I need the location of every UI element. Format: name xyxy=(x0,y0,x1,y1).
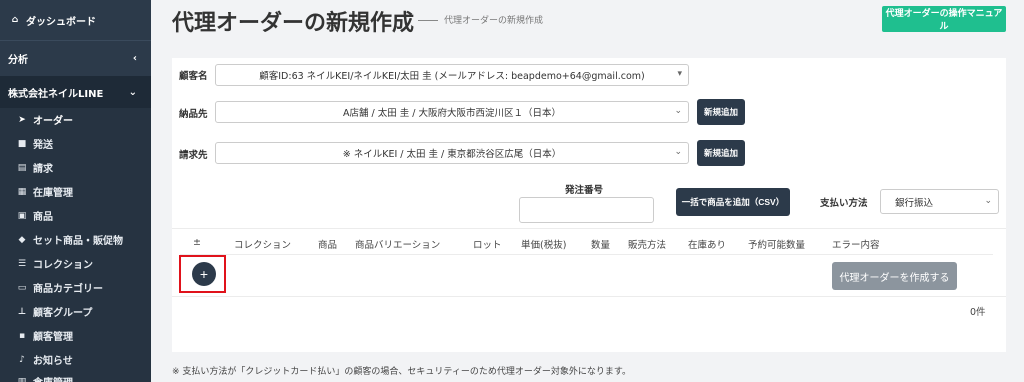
warehouse-icon: ▦ xyxy=(17,186,27,197)
chevron-down-icon: ⌄ xyxy=(984,196,992,206)
sidebar-item-label: 顧客管理 xyxy=(33,332,73,343)
title-divider xyxy=(418,20,438,21)
delivery-select-value: A店舗 / 太田 圭 / 大阪府大阪市西淀川区１（日本） xyxy=(343,108,561,119)
sidebar-submenu: ➤ オーダー ■ 発送 ▤ 請求 ▦ 在庫管理 ▣ 商品 ◆ セット商品・販促物… xyxy=(0,108,151,382)
sidebar-item-billing[interactable]: ▤ 請求 xyxy=(16,160,53,176)
column-header-unit-price: 単価(税抜) xyxy=(521,240,567,251)
sidebar-item-label: 在庫管理 xyxy=(33,188,73,199)
sidebar-item-warehouse[interactable]: ▥ 倉庫管理 xyxy=(16,374,73,382)
tag-icon: ◆ xyxy=(18,234,26,245)
column-header-lot: ロット xyxy=(473,240,502,251)
table-header-divider xyxy=(180,254,993,255)
sidebar-item-label: 商品 xyxy=(33,212,53,223)
billing-label: 請求先 xyxy=(179,150,208,161)
sidebar-item-customers[interactable]: ▪ 顧客管理 xyxy=(16,328,73,344)
payment-method-label: 支払い方法 xyxy=(820,198,868,209)
sidebar-item-inventory[interactable]: ▦ 在庫管理 xyxy=(16,184,73,200)
customer-label: 顧客名 xyxy=(179,71,208,82)
sidebar-item-label: オーダー xyxy=(33,116,73,127)
order-number-input[interactable] xyxy=(519,197,654,223)
page-title: 代理オーダーの新規作成 xyxy=(172,11,415,36)
table-top-divider xyxy=(172,228,1006,229)
sidebar-item-shipping[interactable]: ■ 発送 xyxy=(16,136,53,152)
sidebar-item-notifications[interactable]: ♪ お知らせ xyxy=(16,352,73,368)
sidebar-item-label: 分析 xyxy=(8,55,28,66)
result-count: 0件 xyxy=(970,307,986,318)
category-icon: ▭ xyxy=(17,282,27,293)
payment-method-select[interactable]: 銀行振込 ⌄ xyxy=(880,189,999,214)
sidebar-item-label: セット商品・販促物 xyxy=(33,236,123,247)
sidebar-item-customer-groups[interactable]: ⊥ 顧客グループ xyxy=(16,304,93,320)
column-header-toggle: ± xyxy=(193,237,201,248)
sidebar-item-label: 発送 xyxy=(33,140,53,151)
send-icon: ➤ xyxy=(18,114,26,125)
group-icon: ⊥ xyxy=(17,306,27,317)
chevron-down-icon: ⌄ xyxy=(674,147,682,157)
order-number-label: 発注番号 xyxy=(565,185,604,196)
sidebar-item-company[interactable]: 株式会社ネイルLINE ⌄ xyxy=(0,76,151,108)
breadcrumb: 代理オーダーの新規作成 xyxy=(444,16,544,26)
customer-select-value: 顧客ID:63 ネイルKEI/ネイルKEI/太田 圭 (メールアドレス: bea… xyxy=(259,71,645,82)
chevron-down-icon: ▾ xyxy=(677,69,682,79)
csv-bulk-add-button[interactable]: 一括で商品を追加（CSV） xyxy=(676,188,790,216)
truck-icon: ■ xyxy=(17,138,27,149)
bag-icon: ▣ xyxy=(17,210,27,221)
table-bottom-divider xyxy=(172,296,1006,297)
sidebar-item-label: 顧客グループ xyxy=(33,308,93,319)
column-header-quantity: 数量 xyxy=(591,240,611,251)
building-icon: ▥ xyxy=(17,376,27,382)
column-header-variation: 商品バリエーション xyxy=(355,240,441,251)
sidebar-item-label: 倉庫管理 xyxy=(33,374,73,382)
chevron-left-icon: ‹ xyxy=(132,53,137,64)
sidebar-item-orders[interactable]: ➤ オーダー xyxy=(16,112,73,128)
sidebar-item-collections[interactable]: ☰ コレクション xyxy=(16,256,93,272)
home-icon: ⌂ xyxy=(11,15,19,25)
column-header-collection: コレクション xyxy=(234,240,292,251)
delivery-label: 納品先 xyxy=(179,109,208,120)
sidebar: ⌂ ダッシュボード 分析 ‹ 株式会社ネイルLINE ⌄ ➤ オーダー ■ 発送… xyxy=(0,0,151,382)
page-subtitle: 代理オーダーの新規作成 xyxy=(418,13,543,26)
document-icon: ▤ xyxy=(17,162,27,173)
sidebar-item-products[interactable]: ▣ 商品 xyxy=(16,208,53,224)
payment-method-value: 銀行振込 xyxy=(895,197,934,209)
footer-note: ※ 支払い方法が「クレジットカード払い」の顧客の場合、セキュリティーのため代理オ… xyxy=(172,367,631,377)
operation-manual-button[interactable]: 代理オーダーの操作マニュアル xyxy=(882,6,1006,32)
column-header-in-stock: 在庫あり xyxy=(688,240,727,251)
sidebar-item-label: 株式会社ネイルLINE xyxy=(8,88,104,100)
column-header-product: 商品 xyxy=(318,240,338,251)
sidebar-item-label: コレクション xyxy=(33,260,93,271)
sidebar-item-categories[interactable]: ▭ 商品カテゴリー xyxy=(16,280,103,296)
highlight-box xyxy=(179,255,226,293)
customer-icon: ▪ xyxy=(18,330,26,341)
sidebar-item-label: お知らせ xyxy=(33,356,73,367)
column-header-reservable: 予約可能数量 xyxy=(748,240,806,251)
delivery-new-add-button[interactable]: 新規追加 xyxy=(697,99,745,125)
sidebar-item-analysis[interactable]: 分析 ‹ xyxy=(0,40,151,76)
sidebar-item-label: ダッシュボード xyxy=(26,16,96,28)
sidebar-item-set-products[interactable]: ◆ セット商品・販促物 xyxy=(16,232,123,248)
billing-select[interactable]: ※ ネイルKEI / 太田 圭 / 東京都渋谷区広尾（日本） ⌄ xyxy=(215,142,689,164)
column-header-sales-method: 販売方法 xyxy=(628,240,667,251)
column-header-errors: エラー内容 xyxy=(832,240,880,251)
chevron-down-icon: ⌄ xyxy=(674,106,682,116)
bell-icon: ♪ xyxy=(19,354,25,365)
delivery-select[interactable]: A店舗 / 太田 圭 / 大阪府大阪市西淀川区１（日本） ⌄ xyxy=(215,101,689,123)
billing-new-add-button[interactable]: 新規追加 xyxy=(697,140,745,166)
billing-select-value: ※ ネイルKEI / 太田 圭 / 東京都渋谷区広尾（日本） xyxy=(342,149,562,160)
sidebar-item-label: 商品カテゴリー xyxy=(33,284,103,295)
chevron-down-icon: ⌄ xyxy=(128,86,137,98)
sidebar-item-dashboard[interactable]: ⌂ ダッシュボード xyxy=(0,0,151,40)
create-proxy-order-button[interactable]: 代理オーダーを作成する xyxy=(832,262,957,290)
sidebar-item-label: 請求 xyxy=(33,164,53,175)
customer-select[interactable]: 顧客ID:63 ネイルKEI/ネイルKEI/太田 圭 (メールアドレス: bea… xyxy=(215,64,689,86)
list-icon: ☰ xyxy=(17,258,27,269)
